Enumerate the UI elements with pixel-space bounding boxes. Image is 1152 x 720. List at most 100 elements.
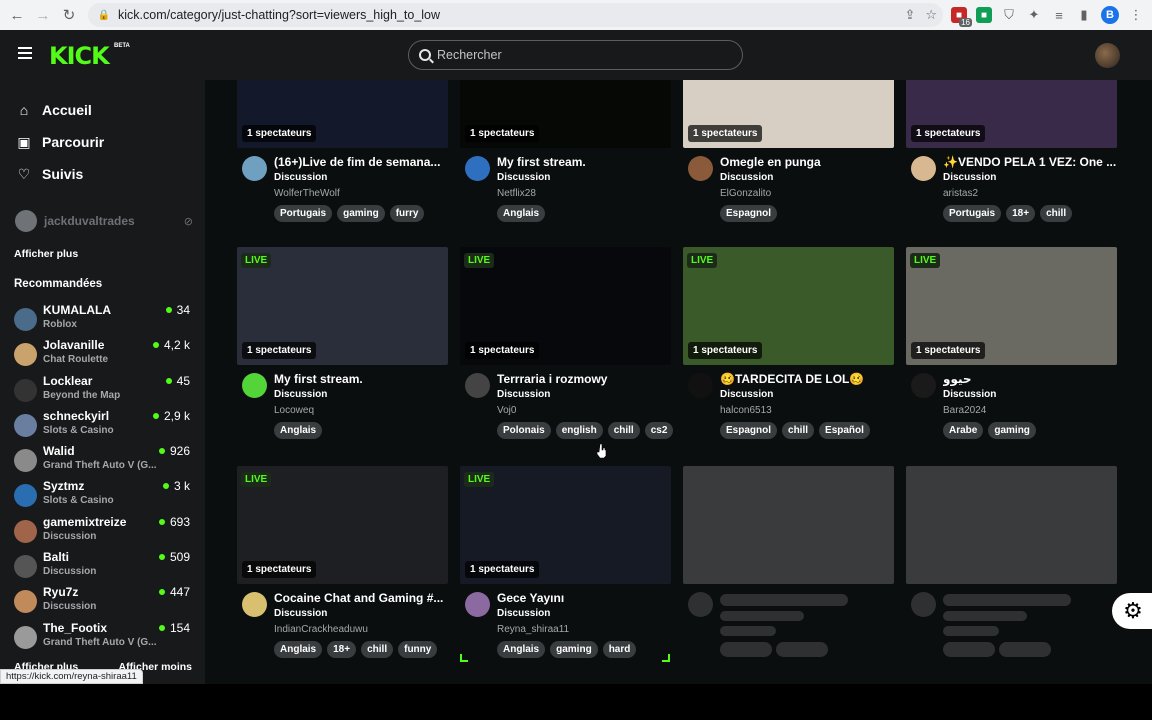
tag-chip[interactable]: english: [555, 422, 603, 439]
recommended-channel[interactable]: KUMALALA Roblox 34: [14, 302, 192, 337]
streamer-name[interactable]: Bara2024: [943, 405, 986, 416]
tag-chip[interactable]: funny: [398, 641, 438, 658]
stream-title[interactable]: حيوو: [943, 372, 1117, 386]
recommended-channel[interactable]: Jolavanille Chat Roulette 4,2 k: [14, 337, 192, 372]
hamburger-icon[interactable]: [18, 47, 32, 59]
recommended-channel[interactable]: Walid Grand Theft Auto V (G... 926: [14, 443, 192, 478]
stream-title[interactable]: Gece Yayını: [497, 591, 671, 605]
recommended-channel[interactable]: Ryu7z Discussion 447: [14, 584, 192, 619]
tag-chip[interactable]: chill: [607, 422, 640, 439]
back-icon[interactable]: ←: [6, 4, 28, 26]
address-bar[interactable]: 🔒 kick.com/category/just-chatting?sort=v…: [88, 3, 943, 27]
profile-avatar[interactable]: B: [1101, 6, 1119, 24]
nav-following[interactable]: ♡ Suivis: [0, 158, 205, 190]
stream-category[interactable]: Discussion: [720, 172, 773, 183]
show-more-link[interactable]: Afficher plus: [14, 248, 78, 260]
avatar[interactable]: [688, 156, 713, 181]
menu-kebab-icon[interactable]: ⋮: [1128, 7, 1144, 23]
stream-thumbnail[interactable]: LIVE 1 spectateurs: [460, 466, 671, 584]
stream-title[interactable]: Omegle en punga: [720, 155, 894, 169]
tag-chip[interactable]: furry: [389, 205, 425, 222]
stream-category[interactable]: Discussion: [943, 172, 996, 183]
recommended-channel[interactable]: Syztmz Slots & Casino 3 k: [14, 478, 192, 513]
stream-title[interactable]: Terrraria i rozmowy: [497, 372, 671, 386]
floating-action-icon[interactable]: ⚙: [1112, 593, 1152, 629]
search-input[interactable]: Rechercher: [408, 40, 743, 70]
extension-icon[interactable]: ■: [976, 7, 992, 23]
streamer-name[interactable]: Locoweq: [274, 405, 314, 416]
tag-chip[interactable]: chill: [1040, 205, 1073, 222]
avatar[interactable]: [465, 592, 490, 617]
tag-chip[interactable]: Anglais: [274, 422, 323, 439]
avatar[interactable]: [465, 373, 490, 398]
stream-category[interactable]: Discussion: [497, 389, 550, 400]
streamer-name[interactable]: Voj0: [497, 405, 516, 416]
stream-card[interactable]: LIVE 1 spectateurs 🥴TARDECITA DE LOL🥴 Discu…: [683, 247, 894, 460]
tag-chip[interactable]: gaming: [337, 205, 385, 222]
avatar[interactable]: [465, 156, 490, 181]
tag-chip[interactable]: Anglais: [274, 641, 323, 658]
stream-category[interactable]: Discussion: [274, 608, 327, 619]
stream-category[interactable]: Discussion: [274, 172, 327, 183]
recommended-channel[interactable]: schneckyirl Slots & Casino 2,9 k: [14, 408, 192, 443]
streamer-name[interactable]: Netflix28: [497, 188, 536, 199]
stream-category[interactable]: Discussion: [720, 389, 773, 400]
stream-thumbnail[interactable]: LIVE 1 spectateurs: [460, 247, 671, 365]
stream-category[interactable]: Discussion: [497, 608, 550, 619]
tag-chip[interactable]: gaming: [988, 422, 1036, 439]
nav-browse[interactable]: ▣ Parcourir: [0, 126, 205, 158]
forward-icon[interactable]: →: [32, 4, 54, 26]
extension-icon[interactable]: ■ 16: [951, 7, 972, 27]
stream-card[interactable]: LIVE 1 spectateurs حيوو Discussion Bara2024 A…: [906, 247, 1117, 460]
user-avatar[interactable]: [1095, 43, 1120, 68]
kick-logo[interactable]: KICK: [49, 42, 110, 70]
stream-title[interactable]: Cocaine Chat and Gaming #...: [274, 591, 448, 605]
recommended-channel[interactable]: gamemixtreize Discussion 693: [14, 514, 192, 549]
tag-chip[interactable]: chill: [782, 422, 815, 439]
tag-chip[interactable]: Espagnol: [720, 422, 778, 439]
stream-card[interactable]: LIVE 1 spectateurs Gece Yayını Discussion Re…: [460, 466, 671, 679]
avatar[interactable]: [911, 156, 936, 181]
bookmark-star-icon[interactable]: ☆: [925, 7, 937, 23]
tag-chip[interactable]: Espagnol: [720, 205, 778, 222]
shield-icon[interactable]: ⛉: [1001, 7, 1017, 23]
stream-category[interactable]: Discussion: [274, 389, 327, 400]
tag-chip[interactable]: Anglais: [497, 641, 546, 658]
share-icon[interactable]: ⇪: [904, 7, 915, 23]
avatar[interactable]: [911, 373, 936, 398]
tag-chip[interactable]: chill: [361, 641, 394, 658]
streamer-name[interactable]: WolferTheWolf: [274, 188, 340, 199]
playlist-icon[interactable]: ≡: [1051, 7, 1067, 23]
tag-chip[interactable]: Portugais: [943, 205, 1002, 222]
stream-title[interactable]: (16+)Live de fim de semana...: [274, 155, 448, 169]
tag-chip[interactable]: Polonais: [497, 422, 551, 439]
stream-title[interactable]: ✨VENDO PELA 1 VEZ: One ...: [943, 155, 1117, 169]
avatar[interactable]: [242, 592, 267, 617]
tag-chip[interactable]: 18+: [1006, 205, 1036, 222]
stream-thumbnail[interactable]: LIVE 1 spectateurs: [683, 247, 894, 365]
avatar[interactable]: [688, 373, 713, 398]
sidepanel-icon[interactable]: ▮: [1076, 7, 1092, 23]
nav-home[interactable]: ⌂ Accueil: [0, 94, 205, 126]
avatar[interactable]: [242, 373, 267, 398]
tag-chip[interactable]: gaming: [550, 641, 598, 658]
stream-category[interactable]: Discussion: [943, 389, 996, 400]
stream-card[interactable]: LIVE 1 spectateurs Cocaine Chat and Gaming…: [237, 466, 448, 679]
stream-thumbnail[interactable]: LIVE 1 spectateurs: [237, 466, 448, 584]
tag-chip[interactable]: Español: [819, 422, 870, 439]
stream-thumbnail[interactable]: LIVE 1 spectateurs: [237, 247, 448, 365]
recommended-channel[interactable]: Balti Discussion 509: [14, 549, 192, 584]
stream-category[interactable]: Discussion: [497, 172, 550, 183]
followed-channel[interactable]: jackduvaltrades ⊘: [15, 210, 193, 232]
tag-chip[interactable]: Arabe: [943, 422, 984, 439]
streamer-name[interactable]: IndianCrackheaduwu: [274, 624, 368, 635]
stream-card[interactable]: LIVE 1 spectateurs Terrraria i rozmowy Disc…: [460, 247, 674, 460]
puzzle-icon[interactable]: ✦: [1026, 7, 1042, 23]
tag-chip[interactable]: Anglais: [497, 205, 546, 222]
streamer-name[interactable]: aristas2: [943, 188, 978, 199]
avatar[interactable]: [242, 156, 267, 181]
recommended-channel[interactable]: Locklear Beyond the Map 45: [14, 373, 192, 408]
recommended-channel[interactable]: The_Footix Grand Theft Auto V (G... 154: [14, 620, 192, 655]
stream-title[interactable]: 🥴TARDECITA DE LOL🥴: [720, 372, 894, 386]
streamer-name[interactable]: ElGonzalito: [720, 188, 771, 199]
